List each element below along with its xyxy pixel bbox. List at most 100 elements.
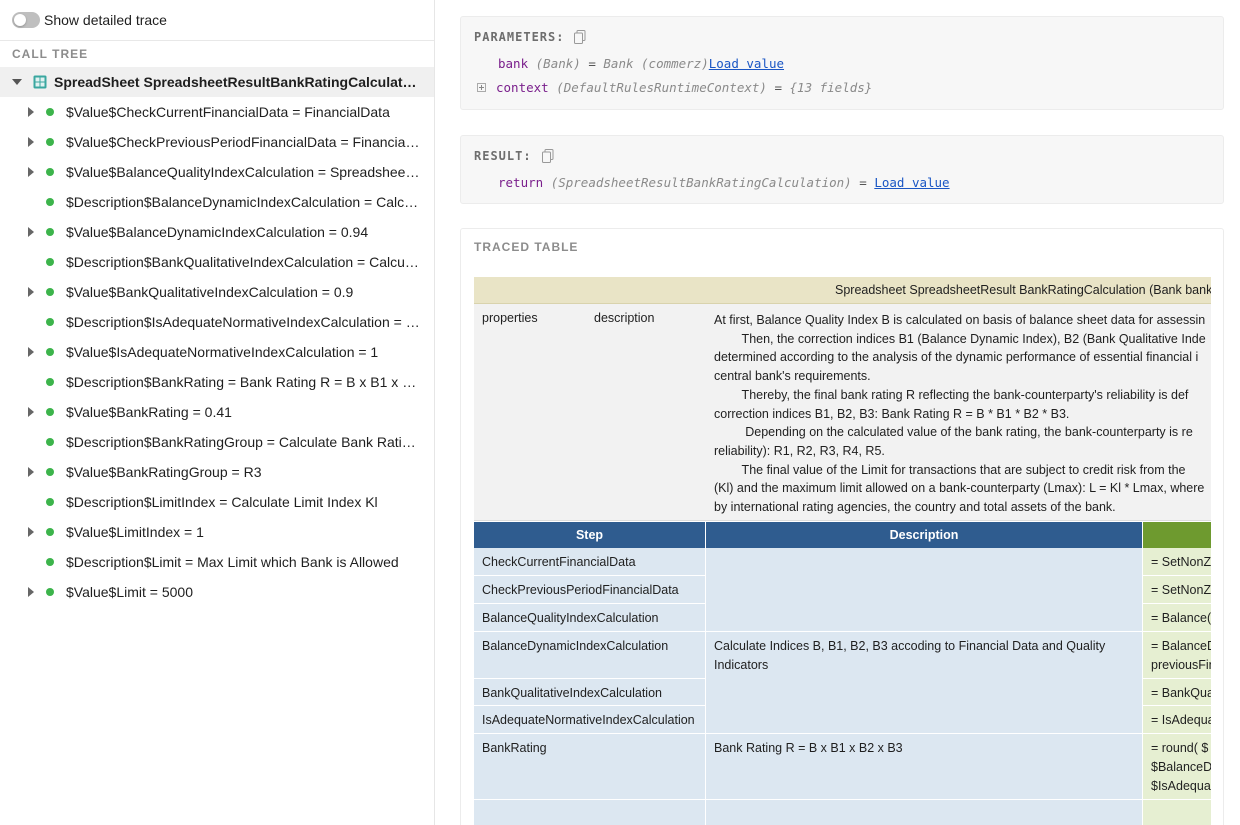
status-dot-icon — [46, 438, 54, 446]
step-cell: IsAdequateNormativeIndexCalculation — [474, 706, 706, 734]
description-cell: Calculate Indices B, B1, B2, B3 accoding… — [706, 632, 1143, 734]
tree-item-label: $Description$BalanceDynamicIndexCalculat… — [66, 194, 422, 210]
status-dot-icon — [46, 378, 54, 386]
traced-table-card: TRACED TABLE Spreadsheet SpreadsheetResu… — [460, 228, 1224, 825]
expand-caret-icon[interactable] — [28, 287, 34, 297]
tree-item-label: $Description$Limit = Max Limit which Ban… — [66, 554, 399, 570]
copy-icon[interactable] — [574, 30, 586, 44]
param-bank-value: Bank (commerz) — [603, 56, 709, 71]
tree-item[interactable]: $Value$Limit = 5000 — [0, 577, 434, 607]
table-header-text: Spreadsheet SpreadsheetResult BankRating… — [835, 283, 1211, 297]
param-context-type: (DefaultRulesRuntimeContext) — [556, 80, 767, 95]
result-title: RESULT: — [474, 149, 554, 163]
param-context-value[interactable]: {13 fields} — [790, 80, 873, 95]
traced-table[interactable]: Spreadsheet SpreadsheetResult BankRating… — [474, 277, 1211, 825]
tree-item-label: $Value$BalanceDynamicIndexCalculation = … — [66, 224, 369, 240]
caret-slot — [0, 527, 46, 537]
param-bank-row: bank (Bank) = Bank (commerz) Load value — [498, 56, 784, 71]
formula-cell: = Balance( — [1143, 604, 1211, 632]
status-dot-icon — [46, 318, 54, 326]
status-dot-icon — [46, 588, 54, 596]
expand-caret-icon[interactable] — [28, 227, 34, 237]
param-bank-type: (Bank) — [535, 56, 581, 71]
copy-icon[interactable] — [541, 149, 554, 163]
step-cell: CheckPreviousPeriodFinancialData — [474, 576, 706, 604]
column-header-step: Step — [474, 522, 706, 548]
tree-item[interactable]: $Description$BankRatingGroup = Calculate… — [0, 427, 434, 457]
tree-item-label: $Description$BankRatingGroup = Calculate… — [66, 434, 422, 450]
status-dot-icon — [46, 468, 54, 476]
tree-item[interactable]: $Value$BalanceQualityIndexCalculation = … — [0, 157, 434, 187]
caret-slot — [0, 107, 46, 117]
properties-row: properties description At first, Balance… — [474, 304, 1211, 521]
expand-caret-icon[interactable] — [28, 527, 34, 537]
step-cell: BalanceQualityIndexCalculation — [474, 604, 706, 632]
param-bank-load-link[interactable]: Load value — [709, 56, 784, 71]
parameters-card: PARAMETERS: bank (Bank) = Bank (commerz)… — [460, 16, 1224, 110]
expand-caret-icon[interactable] — [28, 107, 34, 117]
column-header-formula — [1143, 522, 1211, 548]
step-cell: BankRating — [474, 734, 706, 800]
details-panel: PARAMETERS: bank (Bank) = Bank (commerz)… — [436, 0, 1240, 825]
expand-caret-icon[interactable] — [28, 347, 34, 357]
tree-item[interactable]: $Description$BankRating = Bank Rating R … — [0, 367, 434, 397]
expand-caret-icon[interactable] — [28, 587, 34, 597]
expand-caret-icon[interactable] — [28, 137, 34, 147]
param-bank-eq: = — [588, 56, 596, 71]
result-card: RESULT: return (SpreadsheetResultBankRat… — [460, 135, 1224, 204]
status-dot-icon — [46, 558, 54, 566]
call-tree-title: CALL TREE — [12, 47, 89, 61]
tree-item[interactable]: $Description$Limit = Max Limit which Ban… — [0, 547, 434, 577]
tree-item[interactable]: $Description$IsAdequateNormativeIndexCal… — [0, 307, 434, 337]
tree-item[interactable]: $Value$BalanceDynamicIndexCalculation = … — [0, 217, 434, 247]
status-dot-icon — [46, 408, 54, 416]
tree-item[interactable]: $Value$BankRatingGroup = R3 — [0, 457, 434, 487]
tree-item[interactable]: $Value$CheckPreviousPeriodFinancialData … — [0, 127, 434, 157]
tree-item-label: $Description$LimitIndex = Calculate Limi… — [66, 494, 378, 510]
tree-item[interactable]: $Description$BankQualitativeIndexCalcula… — [0, 247, 434, 277]
traced-table-title: TRACED TABLE — [474, 240, 579, 254]
tree-item[interactable]: $Value$BankRating = 0.41 — [0, 397, 434, 427]
caret-slot — [0, 167, 46, 177]
formula-cell: = round( $ $BalanceD $IsAdequa — [1143, 734, 1211, 800]
detailed-trace-label: Show detailed trace — [44, 12, 167, 28]
status-dot-icon — [46, 168, 54, 176]
status-dot-icon — [46, 528, 54, 536]
tree-item[interactable]: $Value$BankQualitativeIndexCalculation =… — [0, 277, 434, 307]
tree-root-label: SpreadSheet SpreadsheetResultBankRatingC… — [54, 74, 420, 90]
parameters-title: PARAMETERS: — [474, 30, 586, 44]
status-dot-icon — [46, 288, 54, 296]
tree-item[interactable]: $Value$IsAdequateNormativeIndexCalculati… — [0, 337, 434, 367]
status-dot-icon — [46, 258, 54, 266]
expand-caret-icon[interactable] — [28, 167, 34, 177]
result-load-link[interactable]: Load value — [874, 175, 949, 190]
status-dot-icon — [46, 498, 54, 506]
tree-item-label: $Description$BankQualitativeIndexCalcula… — [66, 254, 422, 270]
tree-item[interactable]: $Value$CheckCurrentFinancialData = Finan… — [0, 97, 434, 127]
param-context-row: context (DefaultRulesRuntimeContext) = {… — [477, 80, 872, 95]
detailed-trace-toggle[interactable] — [12, 12, 40, 28]
tree-root-node[interactable]: SpreadSheet SpreadsheetResultBankRatingC… — [0, 67, 434, 97]
tree-item-label: $Value$IsAdequateNormativeIndexCalculati… — [66, 344, 379, 360]
tree-item-label: $Description$BankRating = Bank Rating R … — [66, 374, 422, 390]
tree-item[interactable]: $Value$LimitIndex = 1 — [0, 517, 434, 547]
step-cell — [474, 800, 706, 825]
expand-caret-icon[interactable] — [28, 467, 34, 477]
tree-item[interactable]: $Description$LimitIndex = Calculate Limi… — [0, 487, 434, 517]
tree-item-label: $Value$Limit = 5000 — [66, 584, 193, 600]
result-name: return — [498, 175, 544, 190]
table-header: Spreadsheet SpreadsheetResult BankRating… — [474, 277, 1211, 304]
collapse-icon[interactable] — [12, 79, 22, 85]
param-context-eq: = — [774, 80, 782, 95]
caret-slot — [0, 347, 46, 357]
tree-item-label: $Value$CheckPreviousPeriodFinancialData … — [66, 134, 422, 150]
formula-cell: = SetNonZ — [1143, 576, 1211, 604]
properties-description: At first, Balance Quality Index B is cal… — [714, 313, 1206, 515]
call-tree-panel: Show detailed trace CALL TREE SpreadShee… — [0, 0, 435, 825]
description-cell: Bank Rating R = B x B1 x B2 x B3 — [706, 734, 1143, 800]
tree-item-label: $Description$IsAdequateNormativeIndexCal… — [66, 314, 422, 330]
caret-slot — [0, 287, 46, 297]
expand-caret-icon[interactable] — [28, 407, 34, 417]
tree-item[interactable]: $Description$BalanceDynamicIndexCalculat… — [0, 187, 434, 217]
expand-icon[interactable] — [477, 83, 486, 92]
